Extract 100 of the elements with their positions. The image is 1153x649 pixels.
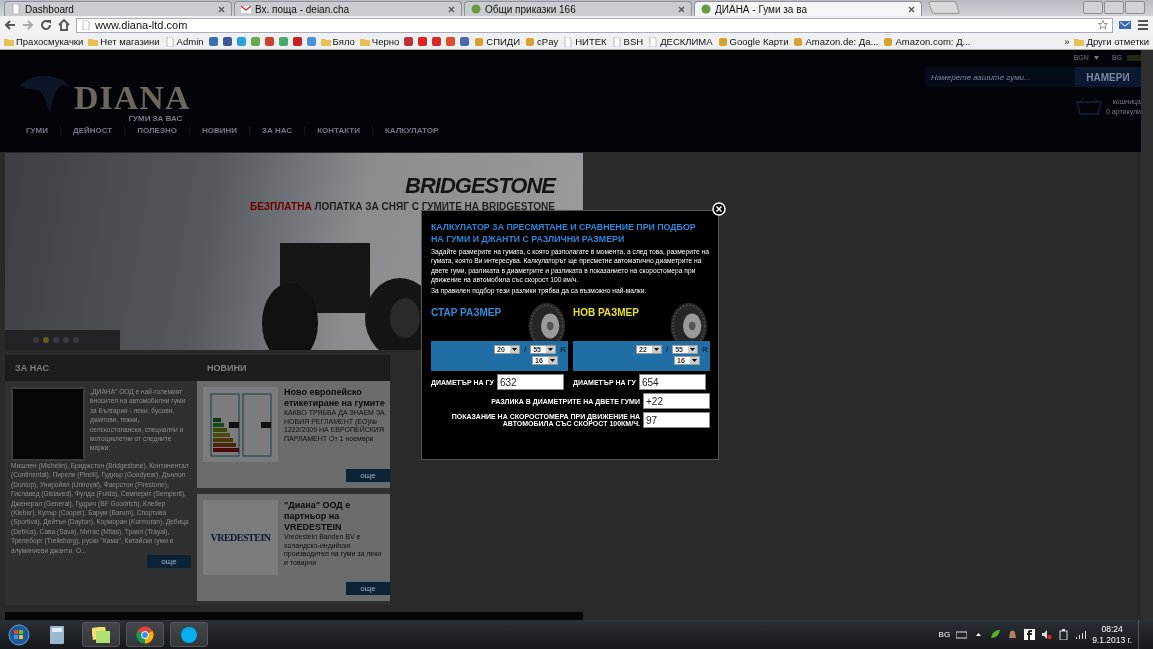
bookmark-icon[interactable] [432, 37, 442, 46]
bell-icon[interactable] [1007, 629, 1019, 640]
browser-tab[interactable]: Вх. поща - deian.cha [234, 1, 462, 16]
leaf-icon[interactable] [990, 629, 1002, 640]
slide-dot[interactable] [43, 337, 49, 343]
site-icon [474, 36, 485, 47]
keyboard-icon[interactable] [956, 629, 968, 640]
news-title[interactable]: Ново европейско етикетиране на гумите [284, 387, 386, 409]
bookmark-icon[interactable] [460, 37, 470, 46]
search-button[interactable]: НАМЕРИ [1075, 67, 1141, 87]
brand-logo: BRIDGESTONE [405, 173, 555, 199]
signal-icon[interactable] [1075, 629, 1087, 640]
bookmark-icon[interactable] [208, 37, 218, 46]
caret-icon [690, 357, 699, 365]
section-title: ЗА НАС [5, 355, 197, 381]
nav-link[interactable]: НОВИНИ [189, 126, 249, 135]
folder-icon [4, 36, 14, 47]
star-icon[interactable] [1098, 20, 1108, 30]
address-bar[interactable]: www.diana-ltd.com [76, 17, 1113, 33]
logo-text: DIANA [74, 81, 191, 115]
facebook-icon[interactable] [1024, 629, 1036, 640]
nav-link[interactable]: ДЕЙНОСТ [60, 126, 125, 135]
page-icon [81, 20, 91, 30]
more-button[interactable]: още [147, 555, 191, 569]
bookmark[interactable]: НИТЕК [563, 36, 607, 47]
page-icon [11, 4, 21, 14]
news-title[interactable]: "Диана" ООД е партньор на VREDESTEIN [284, 500, 386, 533]
dialog-title: НА ГУМИ И ДЖАНТИ С РАЗЛИЧНИ РАЗМЕРИ [431, 233, 626, 245]
slide-dot[interactable] [63, 337, 69, 343]
scrollbar[interactable] [1141, 50, 1153, 620]
separator: / [524, 345, 527, 355]
bookmark-folder[interactable]: Други отметки [1074, 36, 1149, 47]
search-field[interactable]: Намерете вашите гуми... [925, 67, 1075, 87]
more-button[interactable]: още [346, 469, 390, 482]
logo-text: VREDESTEIN [210, 532, 271, 543]
caret-icon [548, 357, 557, 365]
language-indicator[interactable]: BG [938, 630, 951, 639]
bookmark[interactable]: Бяло [320, 36, 355, 47]
folder-icon [320, 36, 331, 47]
bookmark[interactable]: Amazon.de: Да... [793, 36, 879, 47]
browser-tab[interactable]: ДИАНА - Гуми за ва [694, 1, 922, 16]
browser-icon[interactable] [126, 622, 164, 647]
bookmark-icon[interactable] [250, 37, 260, 46]
speed-field[interactable]: 97 [643, 412, 710, 429]
site-icon [471, 4, 481, 14]
home-icon[interactable] [58, 19, 70, 31]
bookmark[interactable]: BSH [611, 36, 644, 47]
bookmark[interactable]: ДЕСКЛИМА [648, 36, 713, 47]
page-icon [611, 36, 622, 47]
bookmark[interactable]: Черно [359, 36, 400, 47]
slide-dot[interactable] [73, 337, 79, 343]
slide-dot[interactable] [33, 337, 39, 343]
bookmark[interactable]: cPay [525, 36, 559, 47]
nav-link[interactable]: КОНТАКТИ [305, 126, 372, 135]
more-button[interactable]: още [346, 582, 390, 595]
bookmark[interactable]: Прахосмукачки [4, 36, 84, 47]
rim-prefix: R [560, 345, 566, 355]
reload-icon[interactable] [40, 19, 52, 31]
folder-icon [88, 36, 99, 47]
size-heading: СТАР РАЗМЕР [431, 307, 502, 319]
nav-link[interactable]: КАЛКУЛАТОР [372, 126, 451, 135]
bookmark[interactable]: Admin [164, 36, 204, 47]
muted-speaker-icon[interactable] [1041, 629, 1053, 640]
bookmark-icon[interactable] [292, 37, 302, 46]
bookmark-icon[interactable] [418, 37, 428, 46]
bookmark-icon[interactable] [264, 37, 274, 46]
back-icon[interactable] [4, 19, 16, 31]
more-bookmarks-button[interactable]: » [1064, 36, 1070, 47]
start-button[interactable] [6, 623, 32, 646]
difference-field[interactable]: +22 [643, 393, 710, 410]
bookmark-icon[interactable] [222, 37, 232, 46]
browser-tab[interactable]: Общи приказки 166 [464, 1, 692, 16]
nav-link[interactable]: ПОЛЕЗНО [125, 126, 189, 135]
nav-link[interactable]: ГУМИ [14, 126, 60, 135]
nav-link[interactable]: ЗА НАС [250, 126, 305, 135]
bookmark-icon[interactable] [278, 37, 288, 46]
bookmark-icon[interactable] [446, 37, 456, 46]
close-icon[interactable] [908, 5, 915, 13]
size-heading: НОВ РАЗМЕР [573, 307, 639, 319]
notes-icon[interactable] [82, 622, 120, 647]
bookmark[interactable]: Google Карти [717, 36, 789, 47]
browser-tab[interactable]: Dashboard [4, 1, 232, 16]
bookmark-icon[interactable] [404, 37, 414, 46]
bookmark-icon[interactable] [236, 37, 246, 46]
bookmark[interactable]: Нет магазини [88, 36, 160, 47]
caret-icon [652, 346, 661, 354]
site-icon [525, 36, 536, 47]
bookmark[interactable]: Amazon.com: Д... [883, 36, 971, 47]
diameter-field[interactable]: 654 [638, 374, 706, 391]
clock[interactable]: 08:24 9.1.2013 г. [1092, 623, 1132, 646]
menu-icon[interactable] [1137, 19, 1149, 31]
diameter-field[interactable]: 632 [496, 374, 564, 391]
chat-app-icon[interactable] [170, 622, 208, 647]
slide-dot[interactable] [53, 337, 59, 343]
folder-icon [359, 36, 370, 47]
bookmark-icon[interactable] [306, 37, 316, 46]
battery-icon[interactable] [1058, 629, 1070, 640]
mail-icon[interactable] [1119, 19, 1131, 31]
caret-icon [688, 346, 698, 354]
bookmark[interactable]: СПИДИ [474, 36, 521, 47]
